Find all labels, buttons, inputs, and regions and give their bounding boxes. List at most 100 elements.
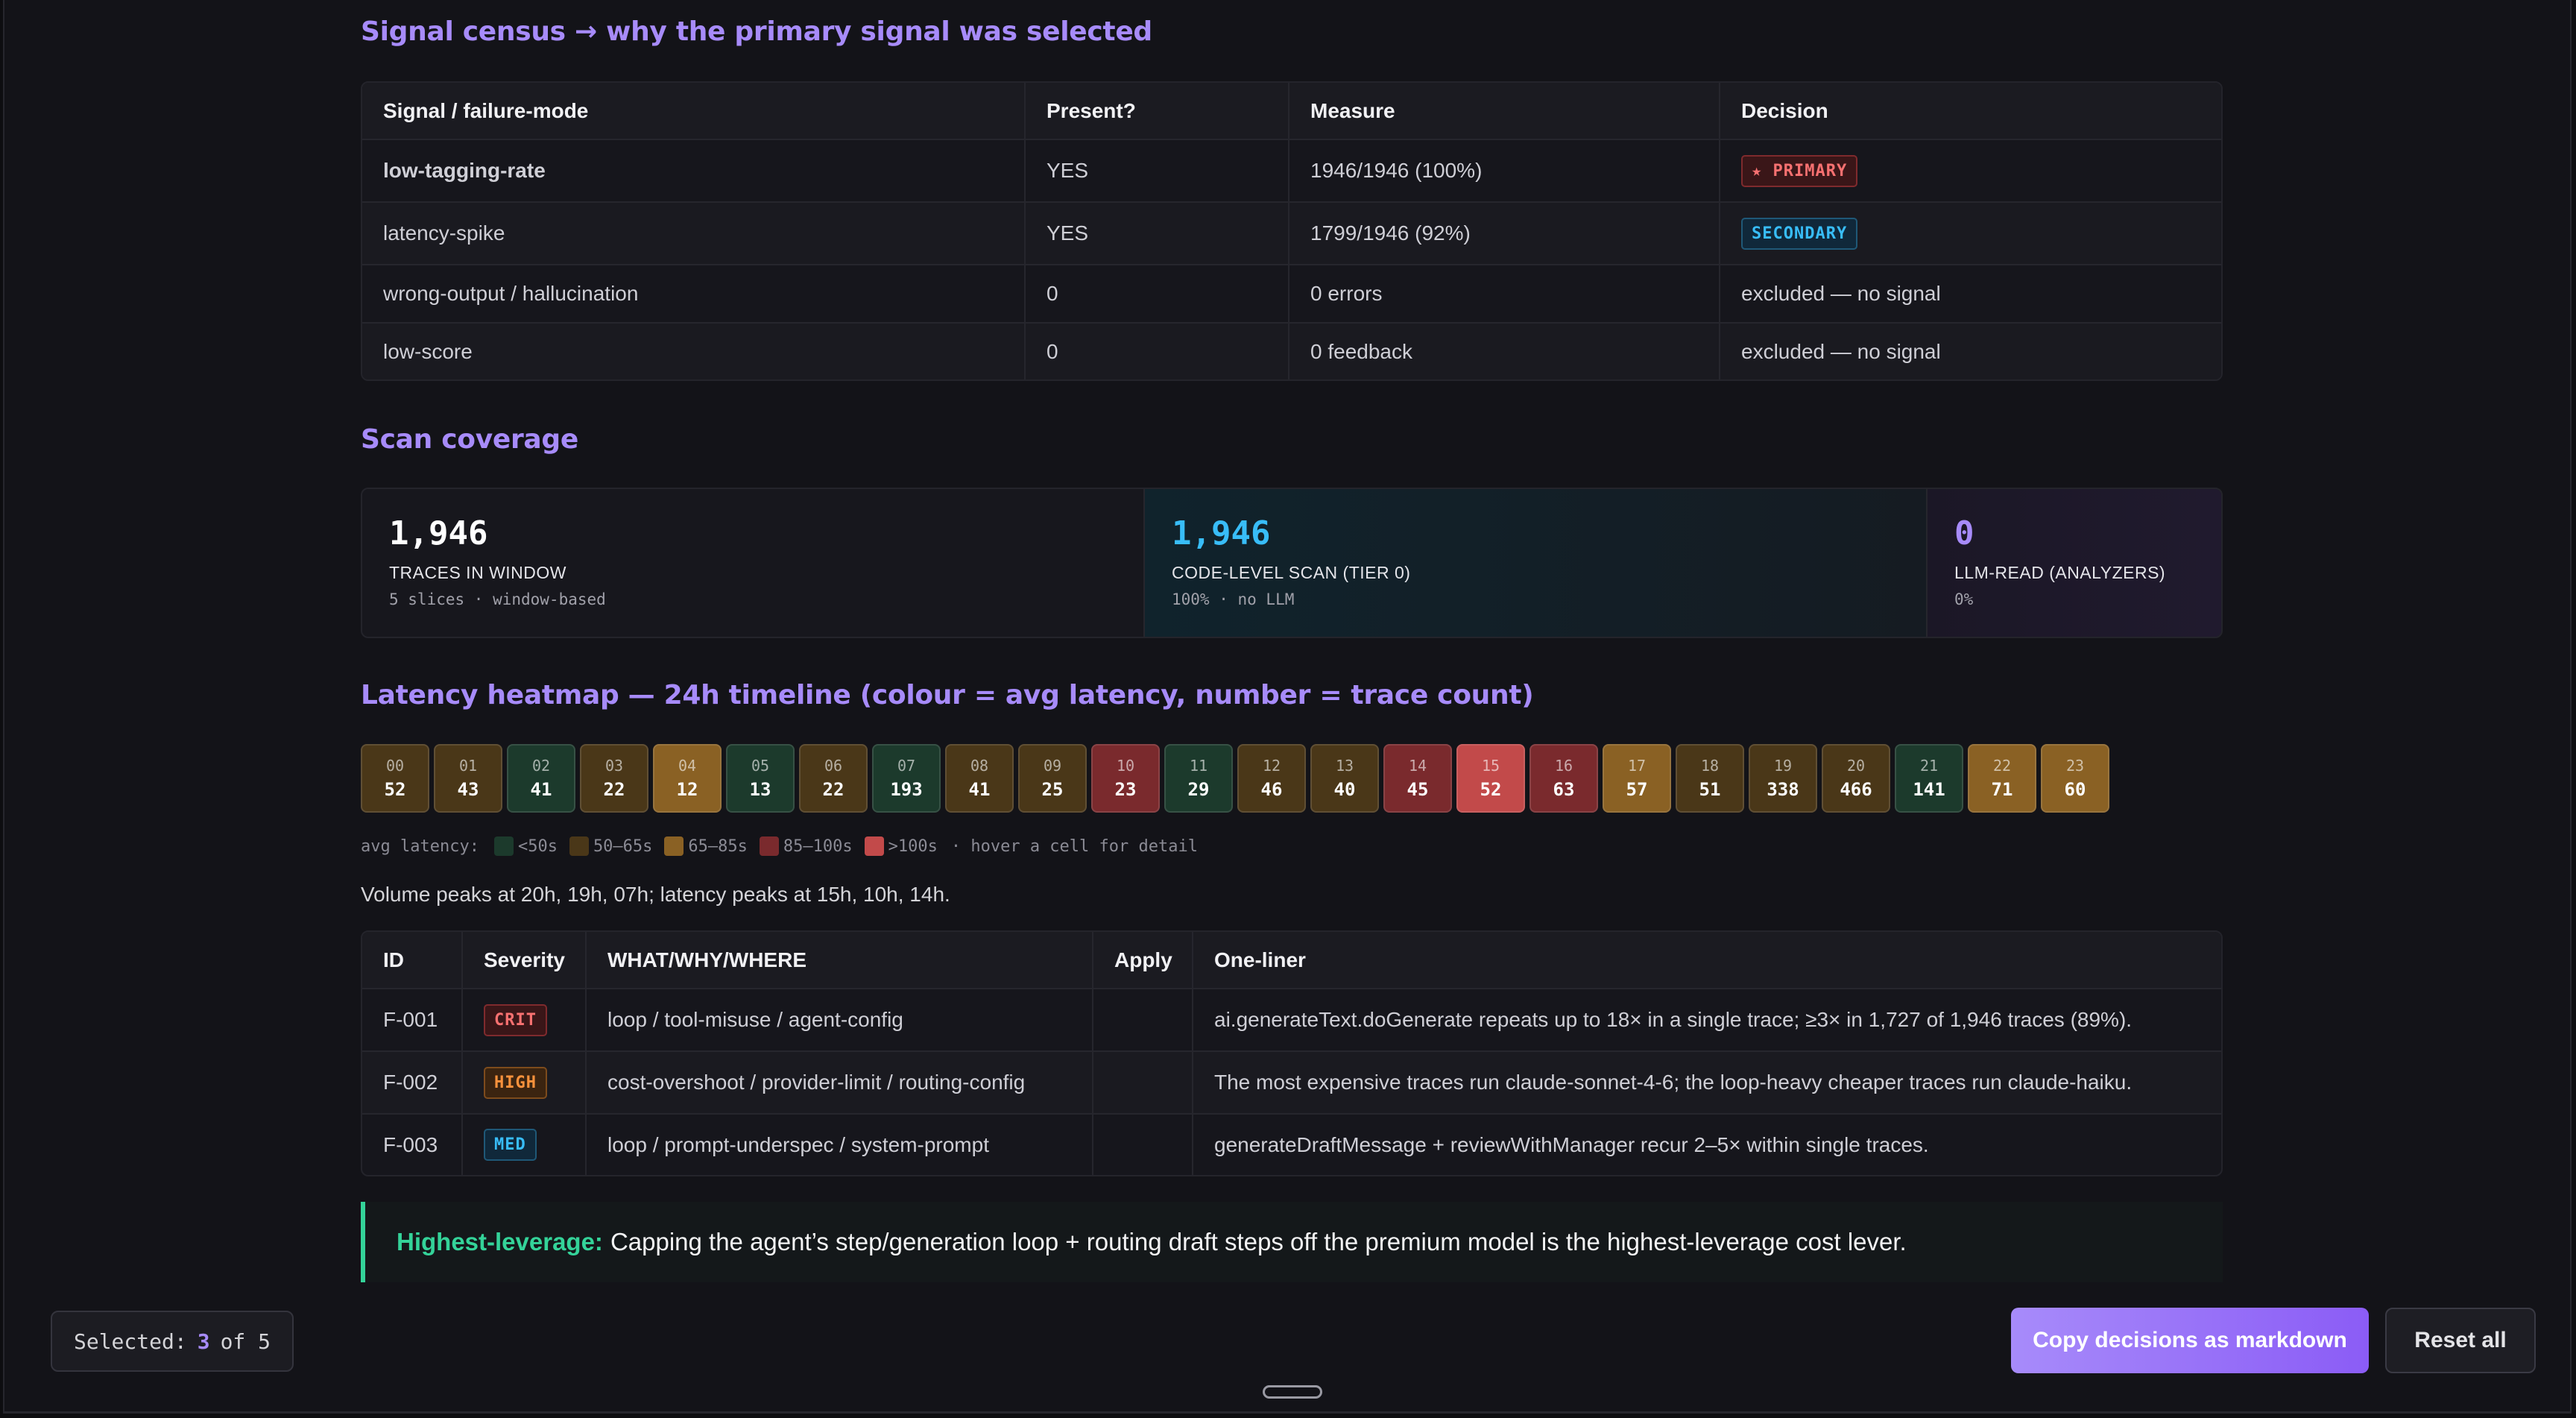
finding-what: loop / tool-misuse / agent-config [586,989,1093,1052]
callout-label: Highest-leverage: [397,1228,603,1255]
heatmap-cell-count: 41 [530,779,552,800]
heatmap-cell[interactable]: 07 193 [872,744,941,813]
drag-handle[interactable] [1263,1385,1322,1399]
heatmap-cell-hour: 10 [1116,757,1135,775]
heatmap-cell[interactable]: 03 22 [580,744,648,813]
heatmap-cell-count: 25 [1041,779,1064,800]
heatmap-cell[interactable]: 06 22 [799,744,868,813]
findings-col-apply: Apply [1093,932,1193,989]
legend-swatch [664,836,684,856]
heatmap-cell-count: 41 [968,779,991,800]
signal-decision: excluded — no signal [1720,265,2221,324]
heatmap-cell[interactable]: 18 51 [1676,744,1744,813]
heatmap-cell-hour: 02 [531,757,551,775]
coverage-sub: 0% [1954,590,1974,608]
selected-counter: Selected: 3 of 5 [51,1311,294,1372]
severity-high-badge: HIGH [484,1066,547,1099]
finding-apply[interactable] [1093,989,1193,1052]
heatmap-cell-count: 43 [457,779,479,800]
copy-markdown-button[interactable]: Copy decisions as markdown [2011,1308,2369,1373]
heatmap-cell[interactable]: 10 23 [1091,744,1160,813]
findings-table: ID Severity WHAT/WHY/WHERE Apply One-lin… [361,930,2223,1176]
signal-measure: 1946/1946 (100%) [1289,139,1720,203]
heatmap-cell[interactable]: 01 43 [434,744,502,813]
legend-label: <50s [517,836,558,856]
census-header-row: Signal / failure-mode Present? Measure D… [362,83,2221,140]
heatmap-cell[interactable]: 23 60 [2041,744,2109,813]
heatmap-cell-hour: 19 [1773,757,1793,775]
heatmap-cell-count: 466 [1840,779,1872,800]
legend-swatch [569,836,589,856]
selected-suffix: of 5 [220,1329,271,1354]
heatmap-cell-count: 13 [749,779,771,800]
coverage-num: 1,946 [389,514,488,552]
coverage-label: TRACES IN WINDOW [389,563,566,582]
heatmap-cell-count: 63 [1553,779,1575,800]
heatmap-cell-hour: 08 [970,757,989,775]
heatmap-cell[interactable]: 15 52 [1456,744,1525,813]
heatmap-cell-count: 52 [384,779,406,800]
heatmap-cell-count: 193 [890,779,923,800]
highest-leverage-callout: Highest-leverage: Capping the agent’s st… [361,1202,2223,1282]
coverage-panel: 1,946 TRACES IN WINDOW 5 slices · window… [361,488,2223,638]
heatmap-cell-count: 23 [1114,779,1137,800]
findings-col-one-liner: One-liner [1193,932,2221,989]
heatmap-cell[interactable]: 21 141 [1895,744,1963,813]
heatmap-cell[interactable]: 17 57 [1603,744,1671,813]
heatmap-cell[interactable]: 14 45 [1383,744,1452,813]
signal-decision: excluded — no signal [1720,323,2221,379]
heatmap-cell-hour: 12 [1262,757,1281,775]
reset-all-button[interactable]: Reset all [2385,1308,2536,1373]
legend-label: 85–100s [783,836,853,856]
heatmap-cell[interactable]: 05 13 [726,744,795,813]
coverage-sub: 100% · no LLM [1172,590,1295,608]
finding-one-liner: ai.generateText.doGenerate repeats up to… [1193,989,2221,1052]
legend-swatch [759,836,779,856]
heatmap-cell[interactable]: 09 25 [1018,744,1087,813]
app-frame: Signal census → why the primary signal w… [3,0,2572,1414]
severity-med-badge: MED [484,1129,537,1161]
heatmap-cell-hour: 09 [1043,757,1062,775]
finding-apply[interactable] [1093,1051,1193,1115]
secondary-badge: SECONDARY [1741,217,1858,250]
heatmap-cell[interactable]: 12 46 [1237,744,1306,813]
coverage-num: 0 [1954,514,1974,552]
heatmap-cell-hour: 15 [1481,757,1500,775]
finding-row[interactable]: F-001 CRIT loop / tool-misuse / agent-co… [362,989,2221,1052]
heatmap-cell-hour: 11 [1189,757,1208,775]
heatmap-cell[interactable]: 16 63 [1530,744,1598,813]
heatmap-cell[interactable]: 08 41 [945,744,1014,813]
finding-one-liner: generateDraftMessage + reviewWithManager… [1214,1132,1929,1156]
finding-severity: CRIT [462,989,587,1052]
signal-name: latency-spike [362,202,1026,265]
heatmap-cell[interactable]: 19 338 [1749,744,1817,813]
legend-swatch [493,836,514,856]
finding-row[interactable]: F-002 HIGH cost-overshoot / provider-lim… [362,1051,2221,1115]
coverage-sub: 5 slices · window-based [389,590,606,608]
callout-text: Capping the agent’s step/generation loop… [610,1228,1907,1255]
signal-name: wrong-output / hallucination [362,265,1026,324]
heatmap-cell[interactable]: 20 466 [1822,744,1890,813]
signal-name: low-score [362,323,1026,379]
coverage-num: 1,946 [1172,514,1271,552]
signal-present: 0 [1025,265,1289,324]
heatmap-cell[interactable]: 22 71 [1968,744,2036,813]
selected-count: 3 [197,1329,210,1354]
heatmap-cell[interactable]: 11 29 [1164,744,1233,813]
heatmap-cell-hour: 04 [678,757,697,775]
heatmap-cell-hour: 13 [1335,757,1354,775]
heatmap-cell[interactable]: 13 40 [1310,744,1379,813]
heatmap-cell[interactable]: 02 41 [507,744,575,813]
heatmap-cell[interactable]: 00 52 [361,744,429,813]
signal-measure: 1799/1946 (92%) [1289,202,1720,265]
heatmap-cell[interactable]: 04 12 [653,744,722,813]
signal-present: YES [1025,202,1289,265]
finding-apply[interactable] [1093,1114,1193,1175]
finding-one-liner: The most expensive traces run claude-son… [1193,1051,2221,1115]
finding-what: loop / prompt-underspec / system-prompt [586,1114,1093,1175]
census-col-signal: Signal / failure-mode [362,83,1026,140]
census-col-measure: Measure [1289,83,1720,140]
legend-hint: · hover a cell for detail [950,836,1198,856]
coverage-label: LLM-READ (ANALYZERS) [1954,563,2166,582]
finding-row[interactable]: F-003 MED loop / prompt-underspec / syst… [362,1114,2221,1175]
